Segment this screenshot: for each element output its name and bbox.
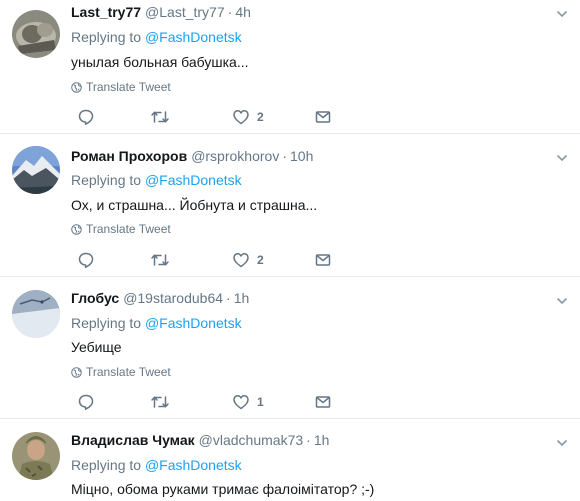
retweet-icon	[151, 396, 169, 408]
caret-down-icon[interactable]	[556, 295, 568, 307]
separator: ·	[282, 148, 287, 164]
replying-to-link[interactable]: @FashDonetsk	[145, 457, 242, 473]
caret-down-icon[interactable]	[556, 8, 568, 20]
caret-down-icon[interactable]	[556, 437, 568, 449]
replying-to: Replying to @FashDonetsk	[71, 172, 242, 188]
tweet-actions: 2	[71, 251, 351, 271]
timestamp[interactable]: 4h	[235, 4, 251, 20]
replying-to-prefix: Replying to	[71, 172, 142, 188]
replying-to: Replying to @FashDonetsk	[71, 457, 242, 473]
tweet-text: Міцно, обома руками тримає фалоімітатор?…	[71, 481, 375, 497]
tweet[interactable]: Владислав Чумак @vladchumak73 · 1h Replying…	[0, 419, 580, 501]
display-name[interactable]: Last_try77	[71, 4, 141, 20]
globe-icon	[71, 366, 82, 378]
globe-icon	[71, 81, 82, 93]
like-icon	[233, 110, 249, 125]
translate-label[interactable]: Translate Tweet	[86, 222, 171, 236]
dm-icon	[315, 396, 331, 408]
tweet-text: Ох, и страшна... Йобнута и страшна...	[71, 197, 318, 213]
display-name[interactable]: Владислав Чумак	[71, 432, 195, 448]
dm-icon	[315, 254, 331, 266]
translate-tweet-link[interactable]: Translate Tweet	[71, 222, 171, 236]
like-button[interactable]: 2	[232, 251, 264, 269]
retweet-button[interactable]	[150, 108, 170, 126]
display-name[interactable]: Роман Прохоров	[71, 148, 187, 164]
retweet-icon	[151, 254, 169, 266]
reply-button[interactable]	[77, 251, 95, 269]
translate-tweet-link[interactable]: Translate Tweet	[71, 365, 171, 379]
tweet[interactable]: Роман Прохоров @rsprokhorov · 10h Replying …	[0, 134, 580, 277]
display-name[interactable]: Глобус	[71, 290, 119, 306]
tweet[interactable]: Глобус @19starodub64 · 1h Replying to @Fash…	[0, 277, 580, 419]
tweet-actions: 2	[71, 108, 351, 128]
replying-to: Replying to @FashDonetsk	[71, 29, 242, 45]
tweet-header: Владислав Чумак @vladchumak73 · 1h	[71, 431, 329, 449]
like-icon	[233, 253, 249, 268]
replying-to-prefix: Replying to	[71, 315, 142, 331]
tweet-text: унылая больная бабушка...	[71, 54, 249, 70]
like-count: 2	[257, 253, 264, 267]
user-handle[interactable]: @19starodub64	[123, 290, 223, 306]
tweet-text: Уебище	[71, 339, 122, 355]
translate-label[interactable]: Translate Tweet	[86, 365, 171, 379]
avatar[interactable]	[12, 146, 60, 194]
retweet-button[interactable]	[150, 393, 170, 411]
like-count: 1	[257, 395, 264, 409]
user-handle[interactable]: @vladchumak73	[199, 432, 304, 448]
like-button[interactable]: 2	[232, 108, 264, 126]
tweet-header: Глобус @19starodub64 · 1h	[71, 289, 249, 307]
avatar[interactable]	[12, 290, 60, 338]
timestamp[interactable]: 1h	[234, 290, 250, 306]
retweet-icon	[151, 111, 169, 123]
caret-down-icon[interactable]	[556, 152, 568, 164]
user-handle[interactable]: @Last_try77	[145, 4, 225, 20]
reply-button[interactable]	[77, 393, 95, 411]
replying-to-prefix: Replying to	[71, 29, 142, 45]
tweet[interactable]: Last_try77 @Last_try77 · 4h Replying to @Fa…	[0, 0, 580, 134]
timestamp[interactable]: 10h	[290, 148, 313, 164]
tweet-header: Last_try77 @Last_try77 · 4h	[71, 3, 251, 21]
dm-icon	[315, 111, 331, 123]
translate-tweet-link[interactable]: Translate Tweet	[71, 80, 171, 94]
avatar[interactable]	[12, 10, 60, 58]
replying-to-link[interactable]: @FashDonetsk	[145, 315, 242, 331]
like-button[interactable]: 1	[232, 393, 264, 411]
replying-to: Replying to @FashDonetsk	[71, 315, 242, 331]
like-count: 2	[257, 110, 264, 124]
dm-button[interactable]	[314, 108, 332, 126]
like-icon	[233, 395, 249, 410]
separator: ·	[306, 432, 311, 448]
translate-label[interactable]: Translate Tweet	[86, 80, 171, 94]
retweet-button[interactable]	[150, 251, 170, 269]
replying-to-prefix: Replying to	[71, 457, 142, 473]
dm-button[interactable]	[314, 251, 332, 269]
globe-icon	[71, 223, 82, 235]
reply-icon	[78, 109, 94, 125]
user-handle[interactable]: @rsprokhorov	[191, 148, 279, 164]
reply-button[interactable]	[77, 108, 95, 126]
avatar[interactable]	[12, 432, 60, 480]
dm-button[interactable]	[314, 393, 332, 411]
tweet-header: Роман Прохоров @rsprokhorov · 10h	[71, 147, 313, 165]
separator: ·	[227, 4, 233, 20]
replying-to-link[interactable]: @FashDonetsk	[145, 29, 242, 45]
separator: ·	[226, 290, 231, 306]
reply-icon	[78, 394, 94, 410]
timestamp[interactable]: 1h	[314, 432, 330, 448]
replying-to-link[interactable]: @FashDonetsk	[145, 172, 242, 188]
tweet-actions: 1	[71, 393, 351, 413]
reply-icon	[78, 252, 94, 268]
